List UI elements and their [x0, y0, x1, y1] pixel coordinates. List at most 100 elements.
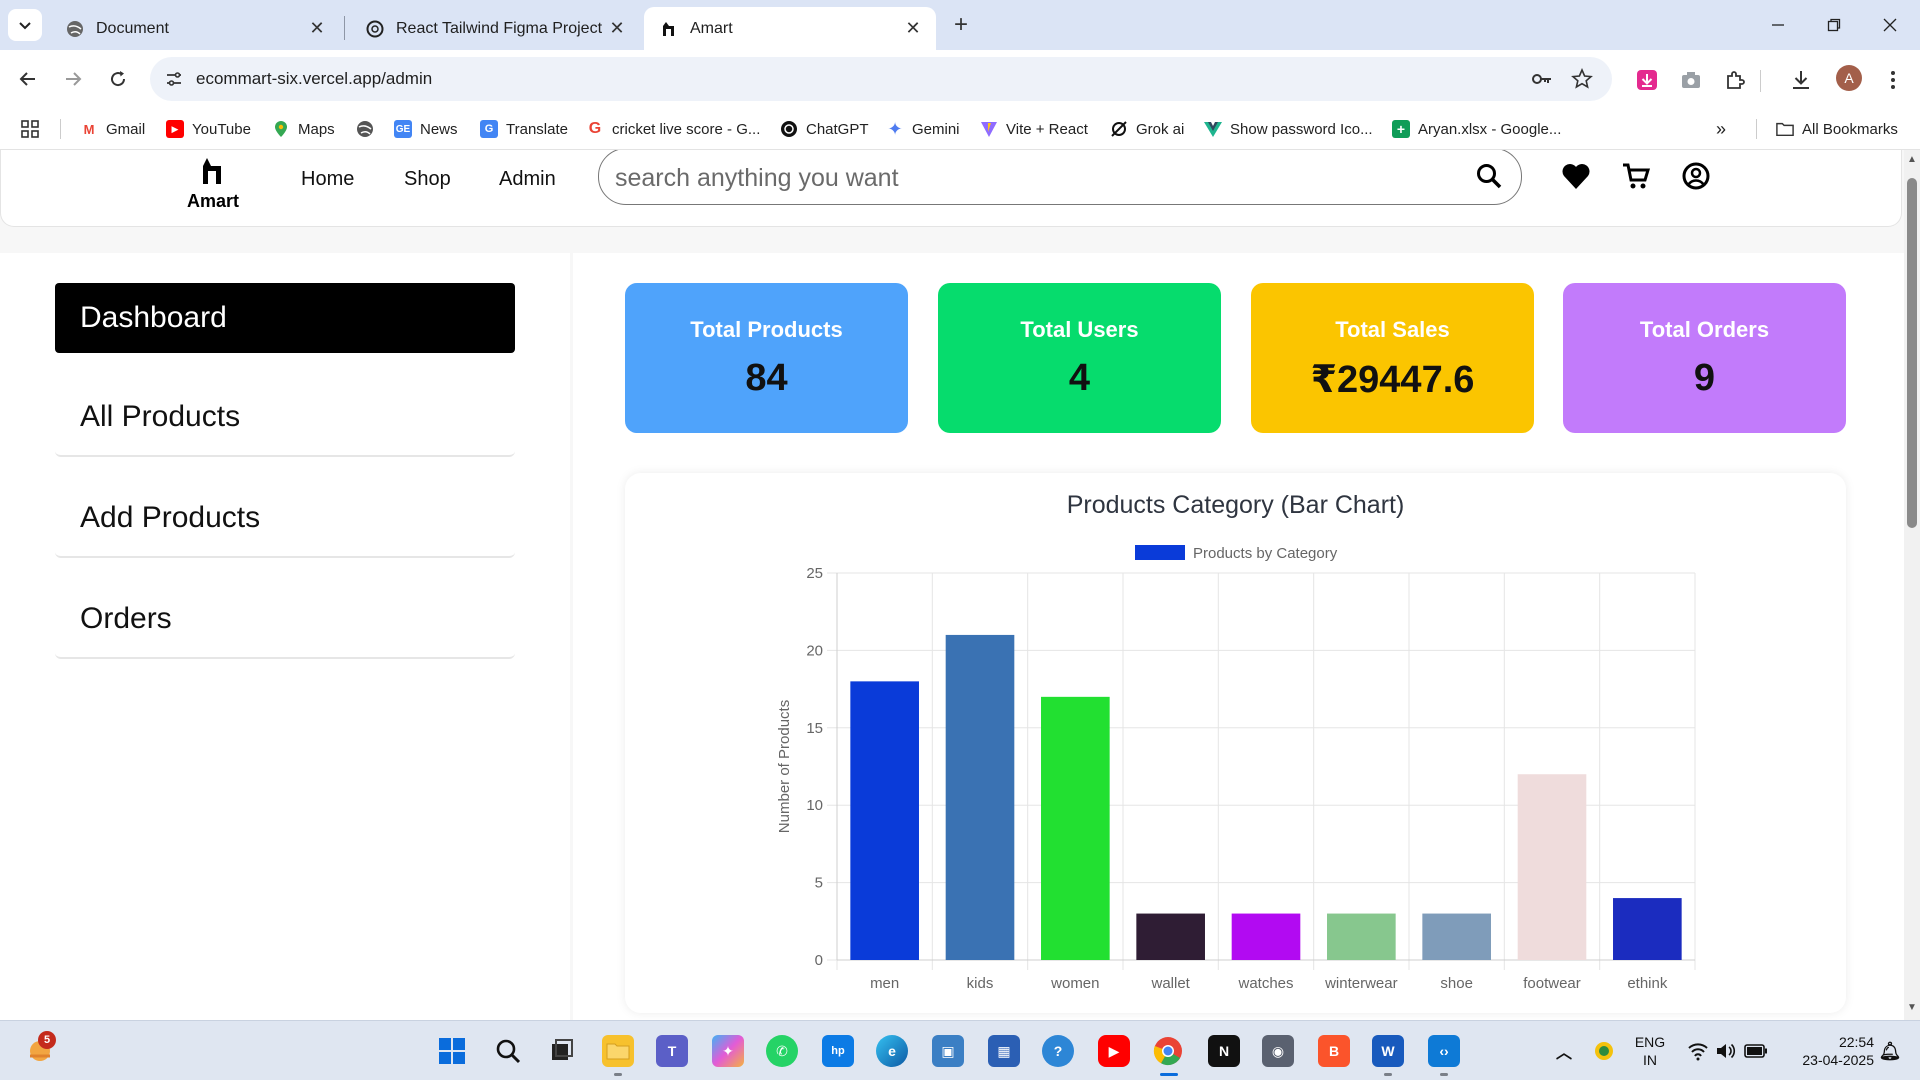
language-code: ENG — [1634, 1034, 1666, 1050]
sidebar-item-add-products[interactable]: Add Products — [55, 486, 515, 558]
word-icon[interactable]: W — [1372, 1035, 1404, 1067]
notification-bell-icon[interactable]: 🔔︎ — [1874, 1035, 1906, 1067]
close-icon[interactable]: ✕ — [904, 18, 922, 38]
reload-button[interactable] — [103, 64, 133, 94]
sidebar-item-dashboard[interactable]: Dashboard — [55, 283, 515, 353]
bookmark-gemini[interactable]: ✦ Gemini — [886, 116, 959, 142]
apps-grid-button[interactable] — [20, 116, 40, 142]
windows-taskbar: 5 T ✦ ✆ hp e ▣ ▦ ? ▶ N ◉ B W ‹› ︿ ENG IN… — [0, 1020, 1920, 1080]
arrow-right-icon — [66, 72, 82, 86]
close-icon[interactable]: ✕ — [308, 18, 326, 38]
bookmark-gmail[interactable]: M Gmail — [80, 116, 146, 142]
close-window-button[interactable] — [1870, 10, 1910, 40]
tab-search-button[interactable] — [8, 9, 42, 41]
notion-icon[interactable]: N — [1208, 1035, 1240, 1067]
bookmark-globe[interactable] — [356, 116, 382, 142]
tray-app-icon[interactable] — [1588, 1035, 1620, 1067]
windows-start-icon[interactable] — [436, 1035, 468, 1067]
clock[interactable]: 22:54 23-04-2025 — [1784, 1033, 1874, 1069]
close-icon — [1883, 18, 1897, 32]
restore-button[interactable] — [1814, 10, 1854, 40]
chevron-up-icon[interactable]: ︿ — [1548, 1035, 1580, 1067]
bookmark-chatgpt[interactable]: ChatGPT — [780, 116, 869, 142]
bookmark-maps[interactable]: Maps — [272, 116, 335, 142]
scroll-down-arrow-icon[interactable]: ▼ — [1906, 1002, 1918, 1014]
volume-icon[interactable] — [1710, 1035, 1742, 1067]
cart-icon[interactable] — [1620, 160, 1652, 192]
brave-icon[interactable]: B — [1318, 1035, 1350, 1067]
profile-avatar[interactable]: A — [1836, 65, 1862, 91]
site-header: Amart Home Shop Admin — [0, 150, 1902, 227]
bookmark-vite[interactable]: Vite + React — [980, 116, 1088, 142]
downloader-extension-icon[interactable] — [1634, 67, 1660, 93]
camera-icon[interactable]: ◉ — [1262, 1035, 1294, 1067]
language-indicator[interactable]: ENG IN — [1628, 1033, 1672, 1069]
forward-button[interactable] — [58, 64, 88, 94]
page-viewport: Amart Home Shop Admin Dashboard All Prod… — [0, 150, 1904, 1020]
help-icon[interactable]: ? — [1042, 1035, 1074, 1067]
search-icon[interactable] — [1475, 162, 1505, 192]
teams-icon[interactable]: T — [656, 1035, 688, 1067]
page-scrollbar[interactable]: ▲ ▼ — [1904, 150, 1920, 1020]
camera-extension-icon[interactable] — [1678, 67, 1704, 93]
password-key-icon[interactable] — [1530, 67, 1554, 91]
minimize-button[interactable] — [1758, 10, 1798, 40]
sidebar-item-orders[interactable]: Orders — [55, 587, 515, 659]
tab-document[interactable]: Document ✕ — [50, 7, 340, 50]
youtube-icon[interactable]: ▶ — [1098, 1035, 1130, 1067]
file-explorer-icon[interactable] — [602, 1035, 634, 1067]
menu-kebab-icon[interactable] — [1880, 67, 1906, 93]
nav-shop-link[interactable]: Shop — [404, 168, 451, 191]
search-input[interactable] — [615, 161, 1455, 195]
myhp-icon[interactable]: hp — [822, 1035, 854, 1067]
task-view-icon[interactable] — [546, 1035, 578, 1067]
weather-widget[interactable]: 5 — [24, 1031, 56, 1067]
bookmark-grok[interactable]: Grok ai — [1110, 116, 1184, 142]
bookmark-cricket[interactable]: Gcricket live score - G... — [586, 116, 761, 142]
copilot-icon[interactable]: ✦ — [712, 1035, 744, 1067]
search-icon[interactable] — [492, 1035, 524, 1067]
address-bar[interactable]: ecommart-six.vercel.app/admin — [150, 57, 1612, 101]
store-icon[interactable]: ▦ — [988, 1035, 1020, 1067]
heart-icon[interactable] — [1560, 160, 1592, 192]
openai-icon — [780, 120, 798, 138]
whatsapp-icon[interactable]: ✆ — [766, 1035, 798, 1067]
more-bookmarks-button[interactable]: » — [1716, 116, 1726, 142]
bookmark-translate[interactable]: G Translate — [480, 116, 568, 142]
close-icon[interactable]: ✕ — [608, 18, 626, 38]
tab-amart[interactable]: Amart ✕ — [644, 7, 936, 50]
control-panel-icon[interactable]: ▣ — [932, 1035, 964, 1067]
x-tick-label: footwear — [1523, 975, 1581, 992]
battery-icon[interactable] — [1740, 1035, 1772, 1067]
bookmark-sheets[interactable]: + Aryan.xlsx - Google... — [1392, 116, 1561, 142]
tab-react-tailwind[interactable]: React Tailwind Figma Project ✕ — [350, 7, 640, 50]
site-logo[interactable]: Amart — [183, 156, 243, 212]
user-account-icon[interactable] — [1680, 160, 1712, 192]
scrollbar-thumb[interactable] — [1907, 178, 1917, 528]
new-tab-button[interactable]: + — [948, 11, 974, 38]
minimize-icon — [1772, 24, 1784, 26]
tab-title: Amart — [690, 19, 733, 37]
bookmark-star-icon[interactable] — [1570, 67, 1594, 91]
extensions-icon[interactable] — [1722, 67, 1748, 93]
stat-label: Total Products — [690, 317, 843, 342]
downloads-icon[interactable] — [1788, 67, 1814, 93]
all-bookmarks-button[interactable]: All Bookmarks — [1776, 116, 1898, 142]
vscode-icon[interactable]: ‹› — [1428, 1035, 1460, 1067]
bar-men — [850, 681, 919, 960]
legend-swatch — [1135, 545, 1185, 560]
bookmark-youtube[interactable]: ▶ YouTube — [166, 116, 251, 142]
sidebar-item-all-products[interactable]: All Products — [55, 385, 515, 457]
bookmark-label: Maps — [298, 120, 335, 138]
scroll-up-arrow-icon[interactable]: ▲ — [1906, 154, 1918, 166]
nav-admin-link[interactable]: Admin — [499, 168, 556, 191]
bar-watches — [1231, 913, 1301, 960]
url-text: ecommart-six.vercel.app/admin — [196, 69, 433, 88]
edge-icon[interactable]: e — [876, 1035, 908, 1067]
chrome-icon[interactable] — [1152, 1035, 1184, 1067]
site-settings-icon[interactable] — [164, 69, 184, 89]
nav-home-link[interactable]: Home — [301, 168, 354, 191]
bookmark-show-password[interactable]: Show password Ico... — [1204, 116, 1373, 142]
back-button[interactable] — [13, 64, 43, 94]
bookmark-news[interactable]: GE News — [394, 116, 458, 142]
